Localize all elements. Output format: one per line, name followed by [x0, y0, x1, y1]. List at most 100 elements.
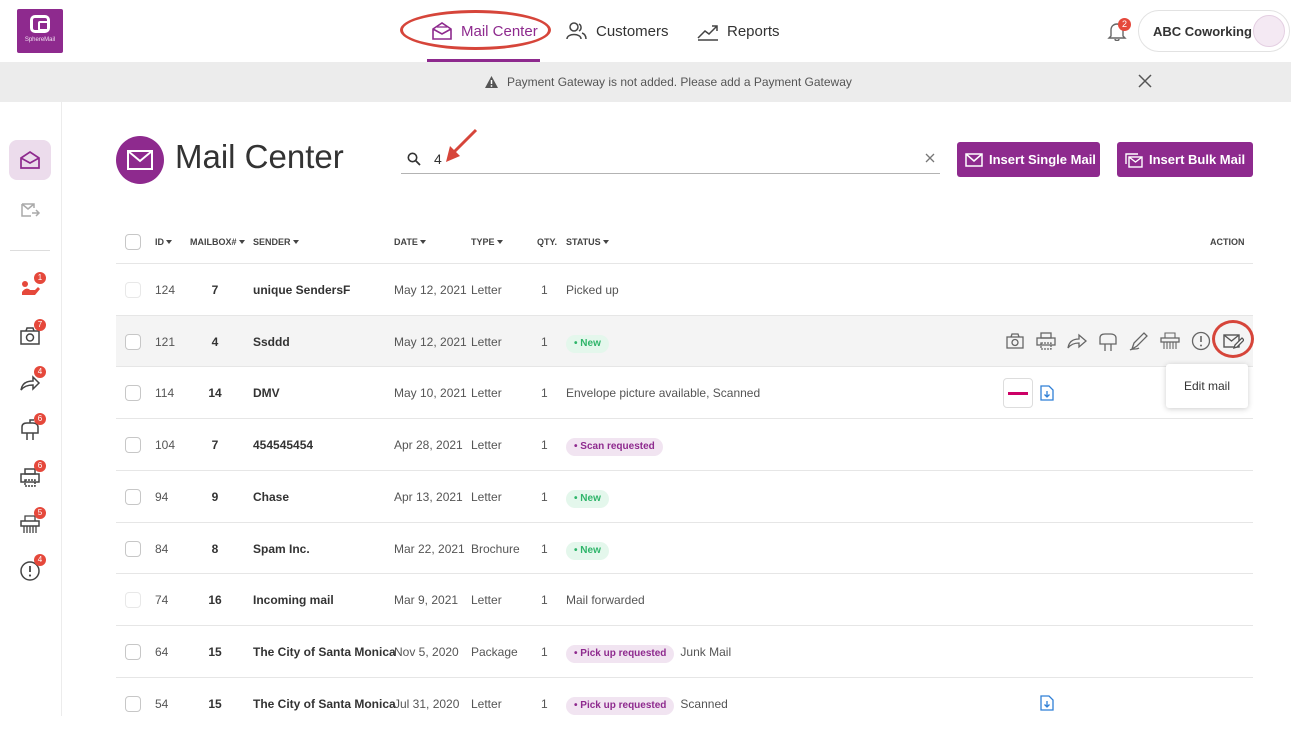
- cell-date: Mar 22, 2021: [394, 541, 465, 556]
- cell-date: May 12, 2021: [394, 283, 467, 297]
- sort-caret-icon: [292, 240, 299, 244]
- table-row[interactable]: 54 15 The City of Santa Monica Jul 31, 2020…: [116, 676, 1253, 729]
- row-checkbox[interactable]: [125, 643, 141, 660]
- cell-sender: 454545454: [253, 438, 314, 453]
- row-checkbox[interactable]: [125, 333, 141, 350]
- cell-id: 114: [155, 386, 175, 401]
- row-checkbox[interactable]: [125, 695, 141, 712]
- alert-circle-icon[interactable]: [1190, 330, 1212, 352]
- nav-reports[interactable]: Reports: [697, 20, 780, 42]
- shredder-icon[interactable]: [1159, 330, 1181, 352]
- cell-status: • Pick up requested Junk Mail: [566, 644, 731, 663]
- cell-mailbox: 4: [211, 334, 219, 349]
- cell-sender: The City of Santa Monica: [253, 644, 396, 659]
- cell-type: Letter: [471, 334, 502, 349]
- top-navbar: SphereMail Mail Center Customers Reports…: [0, 0, 1291, 62]
- table-row[interactable]: 104 7 454545454 Apr 28, 2021 Letter 1 • Scan r…: [116, 418, 1253, 470]
- insert-single-mail-button[interactable]: Insert Single Mail: [957, 142, 1100, 177]
- cell-status: • Scan requested: [566, 438, 663, 457]
- sidebar-item-forward-mail[interactable]: [9, 190, 51, 230]
- table-row[interactable]: 64 15 The City of Santa Monica Nov 5, 2020 P…: [116, 624, 1253, 677]
- avatar: [1253, 15, 1285, 47]
- status-badge: • Pick up requested: [566, 644, 675, 663]
- column-header-mailbox-label: MAILBOX#: [190, 237, 237, 247]
- search-input[interactable]: [434, 148, 914, 170]
- page-title: Mail Center: [175, 138, 344, 175]
- mailbox-icon[interactable]: [1097, 330, 1119, 352]
- table-row[interactable]: 94 9 Chase Apr 13, 2021 Letter 1 • New: [116, 469, 1253, 522]
- status-badge: • New: [566, 334, 609, 353]
- table-row[interactable]: 124 7 unique SendersF May 12, 2021 Letter 1 Pi…: [116, 263, 1253, 315]
- column-header-date[interactable]: DATE: [394, 237, 426, 247]
- edit-mail-tooltip: Edit mail: [1166, 364, 1248, 408]
- column-header-status[interactable]: STATUS: [566, 237, 609, 247]
- logo-glyph-icon: [30, 15, 50, 33]
- row-checkbox[interactable]: [125, 437, 141, 454]
- cell-qty: 1: [541, 644, 548, 659]
- sidebar-item-mail[interactable]: [9, 140, 51, 180]
- annotation-arrow: [446, 128, 478, 162]
- cell-mailbox: 7: [211, 283, 219, 297]
- pdf-file-icon[interactable]: [1040, 695, 1054, 711]
- pdf-file-icon[interactable]: [1040, 385, 1054, 401]
- column-header-type[interactable]: TYPE: [471, 237, 503, 247]
- nav-mail-center[interactable]: Mail Center: [431, 20, 538, 42]
- cell-id: 54: [155, 696, 169, 711]
- cell-qty: 1: [541, 283, 548, 297]
- cell-qty: 1: [541, 334, 548, 349]
- insert-bulk-mail-button[interactable]: Insert Bulk Mail: [1117, 142, 1253, 177]
- camera-icon[interactable]: [1004, 330, 1026, 352]
- row-checkbox[interactable]: [125, 592, 141, 609]
- clear-search-icon[interactable]: [925, 153, 935, 163]
- sort-caret-icon: [602, 240, 609, 244]
- cell-type: Letter: [471, 593, 502, 608]
- table-row[interactable]: 74 16 Incoming mail Mar 9, 2021 Letter 1 Mail …: [116, 573, 1253, 625]
- cell-date: Jul 31, 2020: [394, 696, 460, 711]
- envelope-open-icon: [432, 22, 452, 40]
- cell-type: Letter: [471, 696, 502, 711]
- sidebar-item-print[interactable]: 6: [9, 457, 51, 497]
- payment-gateway-banner: Payment Gateway is not added. Please add…: [0, 62, 1291, 102]
- column-header-mailbox[interactable]: MAILBOX#: [190, 237, 245, 247]
- cell-type: Brochure: [471, 541, 520, 556]
- row-checkbox[interactable]: [125, 488, 141, 505]
- forward-arrow-icon[interactable]: [1066, 330, 1088, 352]
- row-checkbox[interactable]: [125, 540, 141, 557]
- sort-caret-icon: [496, 240, 503, 244]
- sidebar-item-forward[interactable]: 4: [9, 363, 51, 403]
- envelope-thumbnail[interactable]: [1003, 378, 1033, 408]
- mail-forward-icon: [21, 203, 41, 217]
- app-logo[interactable]: SphereMail: [17, 9, 63, 53]
- cell-date: Mar 9, 2021: [394, 593, 459, 608]
- cell-type: Letter: [471, 489, 502, 504]
- status-badge: • New: [566, 541, 609, 560]
- column-header-id[interactable]: ID: [155, 237, 172, 247]
- close-icon[interactable]: [1138, 74, 1152, 88]
- select-all-checkbox[interactable]: [125, 234, 141, 250]
- table-row[interactable]: 114 14 DMV May 10, 2021 Letter 1 Envelope pict…: [116, 366, 1253, 418]
- cell-status: • Pick up requested Scanned: [566, 696, 728, 715]
- sidebar-item-shred[interactable]: 5: [9, 504, 51, 544]
- cell-qty: 1: [541, 696, 548, 711]
- pen-icon[interactable]: [1128, 330, 1150, 352]
- sidebar-item-alerts[interactable]: 4: [9, 551, 51, 591]
- nav-customers[interactable]: Customers: [566, 20, 669, 42]
- column-header-sender[interactable]: SENDER: [253, 237, 299, 247]
- sidebar-item-pickup[interactable]: 1: [9, 269, 51, 309]
- sidebar-item-scan[interactable]: 7: [9, 316, 51, 356]
- cell-qty: 1: [541, 438, 548, 453]
- row-checkbox[interactable]: [125, 385, 141, 402]
- nav-customers-label: Customers: [596, 22, 669, 40]
- cell-id: 104: [155, 438, 176, 453]
- column-header-id-label: ID: [155, 237, 164, 247]
- printer-icon[interactable]: [1035, 330, 1057, 352]
- sidebar: 1 7 4 6 6 5 4: [0, 102, 62, 716]
- account-menu[interactable]: ABC Coworking: [1138, 10, 1290, 52]
- cell-id: 64: [155, 644, 169, 659]
- cell-status: Picked up: [566, 283, 619, 297]
- cell-qty: 1: [541, 541, 548, 556]
- table-row[interactable]: 84 8 Spam Inc. Mar 22, 2021 Brochure 1 • New: [116, 521, 1253, 574]
- row-checkbox[interactable]: [125, 282, 141, 298]
- cell-date: Apr 28, 2021: [394, 438, 463, 453]
- sidebar-item-mailbox[interactable]: 6: [9, 410, 51, 450]
